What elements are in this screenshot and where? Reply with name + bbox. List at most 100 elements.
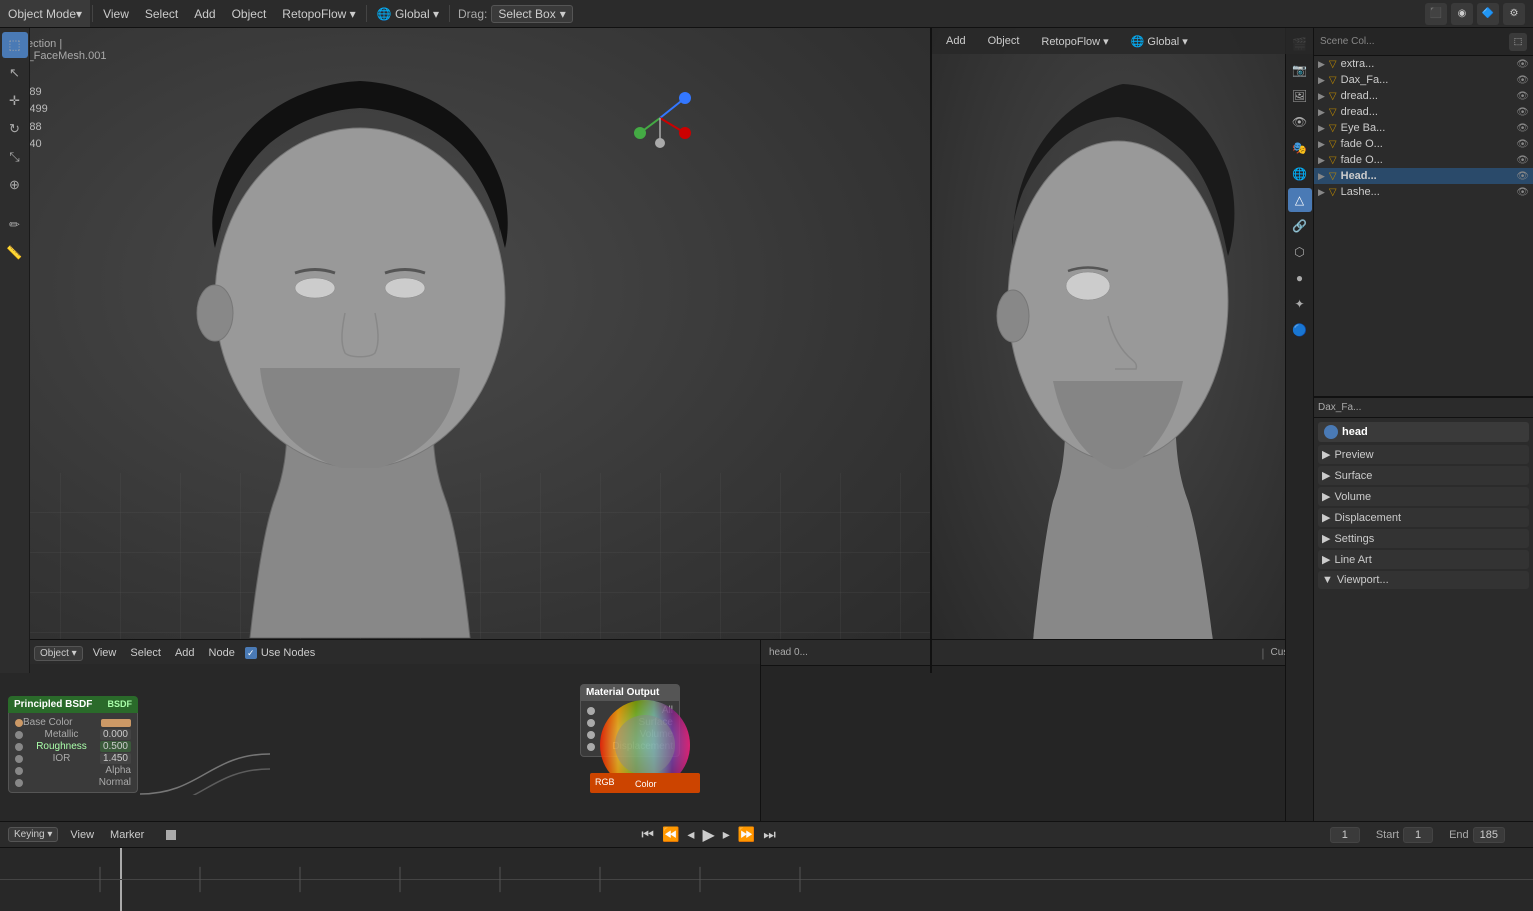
eye-icon-6[interactable]: 👁 [1516,139,1529,150]
menu-sep-3 [449,5,450,21]
svg-text:Color: Color [635,779,657,789]
eye-icon-8[interactable]: 👁 [1516,171,1529,182]
ne-select[interactable]: Select [126,640,165,666]
use-nodes-check: ✓ Use Nodes [245,647,315,659]
vpr-add[interactable]: Add [938,28,974,54]
timeline-marker[interactable]: Marker [106,822,148,847]
props-icon-data[interactable]: ⬡ [1288,240,1312,264]
outliner-item-dread1[interactable]: ▶ ▽ dread... 👁 [1314,88,1533,104]
vpr-object[interactable]: Object [980,28,1028,54]
use-nodes-checkbox[interactable]: ✓ [245,647,257,659]
menu-select[interactable]: Select [137,0,186,27]
color-wheel-preview[interactable]: RGB Color [590,698,700,793]
end-frame[interactable]: 185 [1473,827,1505,843]
viewport-section[interactable]: ▼ Viewport... [1318,571,1529,589]
outliner-item-extra[interactable]: ▶ ▽ extra... 👁 [1314,56,1533,72]
tool-measure[interactable]: 📏 [2,240,28,266]
eye-icon-5[interactable]: 👁 [1516,123,1529,134]
viewport-icon-2[interactable]: ◉ [1451,3,1473,25]
props-icon-render[interactable]: 📷 [1288,58,1312,82]
volume-section[interactable]: ▶ Volume [1318,487,1529,506]
goto-start-btn[interactable]: ⏮ [639,824,656,845]
menu-global[interactable]: 🌐 Global ▾ [369,0,447,27]
timeline-playhead [120,848,122,911]
start-label: Start [1376,829,1399,841]
viewport-icon-3[interactable]: 🔷 [1477,3,1499,25]
gizmo-overlay[interactable] [620,78,700,158]
prev-keyframe-btn[interactable]: ◂ [685,824,696,845]
tool-annotate[interactable]: ✏ [2,212,28,238]
node-canvas[interactable]: Principled BSDF BSDF Base Color Metallic… [0,664,760,795]
tool-cursor[interactable]: ↖ [2,60,28,86]
outliner-item-daxfa[interactable]: ▶ ▽ Dax_Fa... 👁 [1314,72,1533,88]
rpr-material-label: head 0... [769,647,808,658]
eye-icon-4[interactable]: 👁 [1516,107,1529,118]
props-icon-scene2[interactable]: 🎭 [1288,136,1312,160]
ne-node[interactable]: Node [205,640,239,666]
head-svg-right [953,61,1253,641]
head-svg-left [120,58,600,638]
props-icon-object[interactable]: △ [1288,188,1312,212]
prev-frame-btn[interactable]: ⏪ [660,824,681,845]
viewport-divider [930,28,932,673]
eye-icon-9[interactable]: 👁 [1516,187,1529,198]
rpr-sep: | [1261,646,1264,660]
menu-mode[interactable]: Object Mode ▾ [0,0,90,27]
lineart-section[interactable]: ▶ Line Art [1318,550,1529,569]
goto-end-btn[interactable]: ⏭ [761,824,778,845]
props-icon-constraint[interactable]: 🔗 [1288,214,1312,238]
displacement-section[interactable]: ▶ Displacement [1318,508,1529,527]
eye-icon-2[interactable]: 👁 [1516,75,1529,86]
viewport-icon-4[interactable]: ⚙ [1503,3,1525,25]
tool-scale[interactable]: ⤡ [2,144,28,170]
viewport-right[interactable]: Add Object RetopoFlow ▾ 🌐 Global ▾ [930,28,1313,673]
outliner-item-head[interactable]: ▶ ▽ Head... 👁 [1314,168,1533,184]
timeline-body[interactable] [0,848,1533,911]
outliner-item-eyeba[interactable]: ▶ ▽ Eye Ba... 👁 [1314,120,1533,136]
props-icon-physics[interactable]: 🔵 [1288,318,1312,342]
viewport-icon-1[interactable]: ⬛ [1425,3,1447,25]
timeline-dot [166,830,176,840]
timeline-info: 1 Start 1 End 185 [1330,827,1525,843]
vpr-global[interactable]: 🌐 Global ▾ [1123,28,1196,54]
outliner-item-dread2[interactable]: ▶ ▽ dread... 👁 [1314,104,1533,120]
play-btn[interactable]: ▶ [700,823,716,847]
next-keyframe-btn[interactable]: ▸ [721,824,732,845]
props-icon-view[interactable]: 👁 [1288,110,1312,134]
surface-section[interactable]: ▶ Surface [1318,466,1529,485]
tool-rotate[interactable]: ↻ [2,116,28,142]
ne-view[interactable]: View [89,640,121,666]
timeline-keying[interactable]: Keying ▾ [8,827,58,842]
tool-transform[interactable]: ⊕ [2,172,28,198]
props-icon-world[interactable]: 🌐 [1288,162,1312,186]
tool-select[interactable]: ⬚ [2,32,28,58]
menu-view[interactable]: View [95,0,137,27]
ne-object-btn[interactable]: Object ▾ [34,646,83,661]
outliner-item-fade2[interactable]: ▶ ▽ fade O... 👁 [1314,152,1533,168]
current-frame[interactable]: 1 [1330,827,1360,843]
menu-add[interactable]: Add [186,0,223,27]
tool-move[interactable]: ✛ [2,88,28,114]
eye-icon[interactable]: 👁 [1516,59,1529,70]
outliner-item-fade1[interactable]: ▶ ▽ fade O... 👁 [1314,136,1533,152]
head-model-left [80,48,640,648]
eye-icon-7[interactable]: 👁 [1516,155,1529,166]
outliner-filter[interactable]: ⬚ [1509,33,1527,51]
outliner-panel: Scene Col... ⬚ ▶ ▽ extra... 👁 ▶ ▽ Dax_Fa… [1314,28,1533,398]
start-frame[interactable]: 1 [1403,827,1433,843]
outliner-item-lashe[interactable]: ▶ ▽ Lashe... 👁 [1314,184,1533,200]
props-icon-material[interactable]: ● [1288,266,1312,290]
eye-icon-3[interactable]: 👁 [1516,91,1529,102]
menu-retopoflow[interactable]: RetopoFlow ▾ [274,0,363,27]
next-frame-btn[interactable]: ⏩ [736,824,757,845]
props-icon-particle[interactable]: ✦ [1288,292,1312,316]
preview-section[interactable]: ▶ Preview [1318,445,1529,464]
vpr-retopoflow[interactable]: RetopoFlow ▾ [1033,28,1116,54]
drag-dropdown[interactable]: Select Box ▾ [491,5,572,23]
menu-object[interactable]: Object [224,0,275,27]
timeline-view[interactable]: View [66,822,98,847]
settings-section[interactable]: ▶ Settings [1318,529,1529,548]
props-icon-output[interactable]: 🖼 [1288,84,1312,108]
ne-add[interactable]: Add [171,640,199,666]
end-label: End [1449,829,1469,841]
